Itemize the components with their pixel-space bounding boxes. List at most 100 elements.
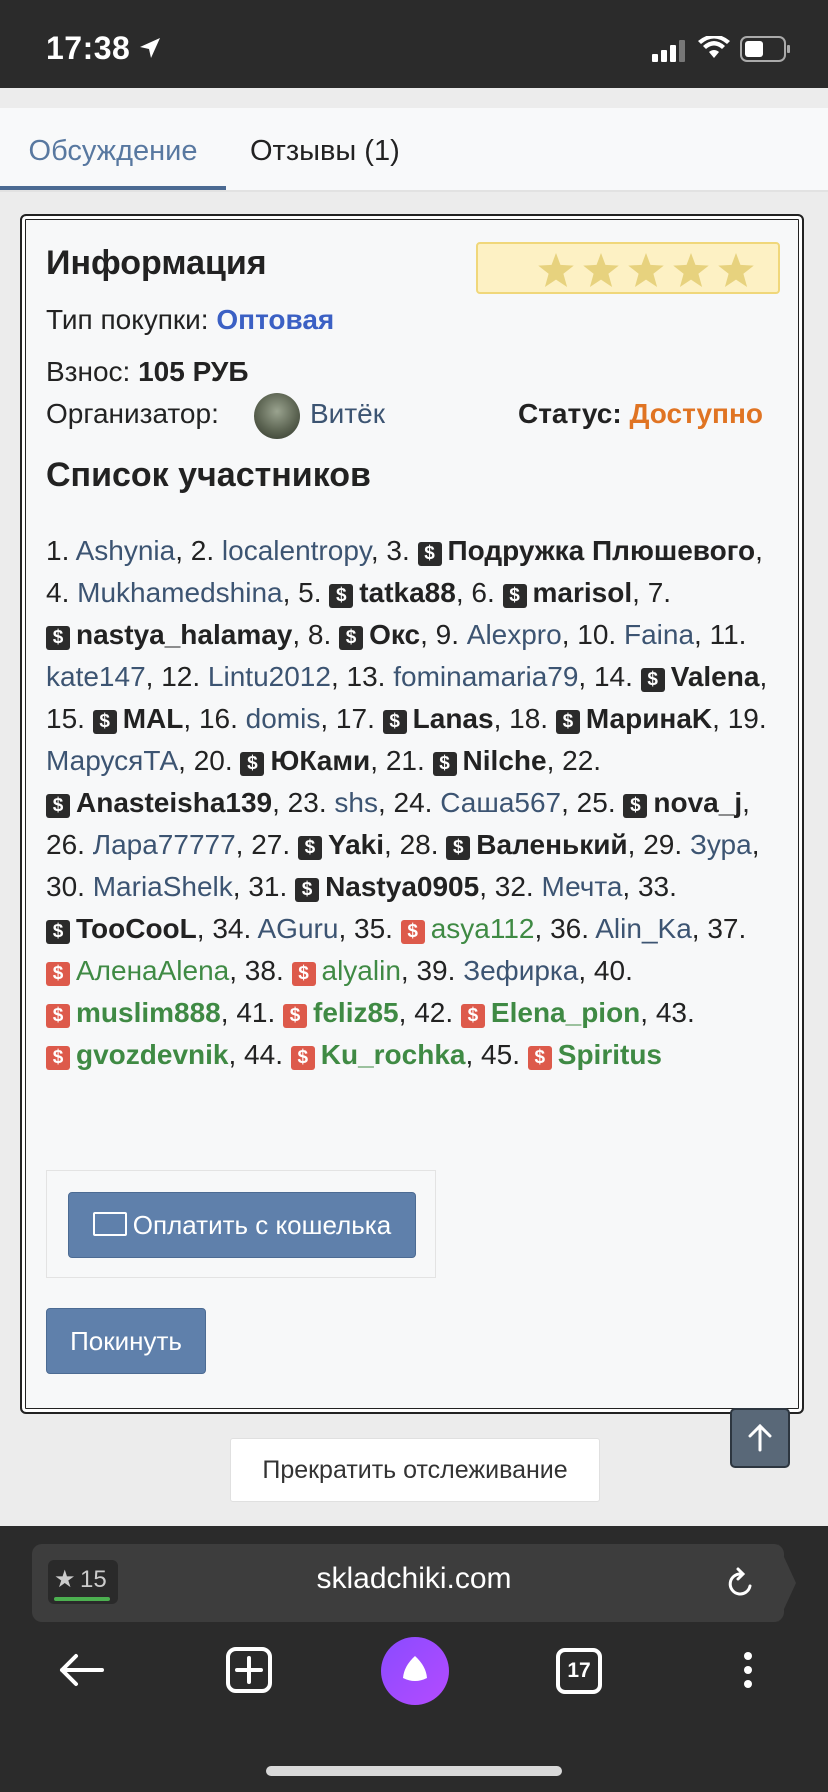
tabs-count-button[interactable]: 17 (556, 1648, 602, 1694)
dollar-icon: $ (46, 1004, 70, 1028)
member-name[interactable]: Ashynia (76, 535, 176, 566)
list-item-number: 7. (647, 577, 672, 608)
member-name[interactable]: Валенький (476, 829, 627, 860)
list-item-number: 5. (298, 577, 322, 608)
pay-wallet-button[interactable]: Оплатить с кошелька (68, 1192, 416, 1258)
member-name[interactable]: alyalin (322, 955, 401, 986)
stop-tracking-button[interactable]: Прекратить отслеживание (230, 1438, 600, 1502)
alice-assistant-icon[interactable] (380, 1636, 450, 1706)
member-name[interactable]: localentropy (222, 535, 371, 566)
new-tab-icon[interactable] (224, 1640, 274, 1700)
member-name[interactable]: Alexpro (467, 619, 562, 650)
avatar[interactable] (254, 393, 300, 439)
member-name[interactable]: ЮКами (270, 745, 370, 776)
member-name[interactable]: Faina (624, 619, 694, 650)
member-name[interactable]: Lanas (413, 703, 494, 734)
member-name[interactable]: Nilche (463, 745, 547, 776)
member-name[interactable]: asya112 (431, 913, 535, 944)
member-name[interactable]: shs (334, 787, 378, 818)
dollar-icon: $ (295, 878, 320, 902)
member-name[interactable]: Elena_pion (491, 997, 640, 1028)
dollar-icon: $ (339, 626, 364, 650)
member-name[interactable]: Мечта (541, 871, 622, 902)
wifi-icon (698, 36, 730, 58)
list-item-number: 12. (161, 661, 201, 692)
list-item: 30. MariaShelk, (46, 871, 249, 902)
member-name[interactable]: АленаAlena (76, 955, 229, 986)
list-item: 44. $ Ku_rochka, (244, 1039, 482, 1070)
member-name[interactable]: Лара77777 (93, 829, 236, 860)
member-name[interactable]: gvozdevnik (76, 1039, 228, 1070)
member-name[interactable]: MAL (123, 703, 184, 734)
member-name[interactable]: AGuru (258, 913, 339, 944)
pay-wallet-label: Оплатить с кошелька (132, 1210, 392, 1240)
organizer-name[interactable]: Витёк (310, 398, 385, 430)
dollar-icon: $ (92, 710, 117, 734)
member-name[interactable]: Alin_Ka (595, 913, 692, 944)
member-name[interactable]: Зефирка (463, 955, 578, 986)
thread-tabs: Обсуждение Отзывы (1) (0, 108, 828, 192)
star-icon (718, 253, 754, 287)
member-name[interactable]: tatka88 (359, 577, 456, 608)
member-name[interactable]: Mukhamedshina (77, 577, 282, 608)
member-name[interactable]: kate147 (46, 661, 146, 692)
purchase-type-value[interactable]: Оптовая (216, 304, 334, 335)
member-name[interactable]: Подружка Плюшевого (448, 535, 756, 566)
member-name[interactable]: Valena (671, 661, 760, 692)
member-name[interactable]: marisol (533, 577, 633, 608)
list-item-number: 13. (346, 661, 386, 692)
fee-row: Взнос: 105 РУБ (46, 356, 248, 388)
url-text[interactable]: skladchiki.com (0, 1562, 828, 1596)
dollar-icon: $ (297, 836, 322, 860)
member-name[interactable]: muslim888 (76, 997, 221, 1028)
tab-discussion[interactable]: Обсуждение (0, 108, 226, 190)
leave-button[interactable]: Покинуть (46, 1308, 206, 1374)
member-name[interactable]: nastya_halamay (76, 619, 292, 650)
member-name[interactable]: feliz85 (313, 997, 399, 1028)
list-item: 45. $ Spiritus (481, 1039, 662, 1070)
list-item: 41. $ feliz85, (236, 997, 415, 1028)
badge-progress (54, 1597, 110, 1601)
member-name[interactable]: nova_j (653, 787, 742, 818)
list-item: 31. $ Nastya0905, (248, 871, 495, 902)
list-item-number: 39. (416, 955, 456, 986)
reload-icon[interactable] (726, 1566, 756, 1600)
member-name[interactable]: МаринаK (586, 703, 712, 734)
member-name[interactable]: TooCooL (76, 913, 197, 944)
member-name[interactable]: Ku_rochka (321, 1039, 466, 1070)
member-name[interactable]: Yaki (328, 829, 384, 860)
member-name[interactable]: Lintu2012 (208, 661, 331, 692)
member-name[interactable]: MariaShelk (93, 871, 233, 902)
list-item: 34. AGuru, (212, 913, 354, 944)
member-name[interactable]: Nastya0905 (325, 871, 479, 902)
member-name[interactable]: МарусяТА (46, 745, 178, 776)
list-item-number: 25. (576, 787, 616, 818)
list-item-number: 3. (386, 535, 410, 566)
location-arrow-icon (140, 38, 160, 58)
list-item-number: 1. (46, 535, 70, 566)
member-name[interactable]: Зура (690, 829, 752, 860)
list-item-number: 30. (46, 871, 85, 902)
list-item-number: 2. (190, 535, 215, 566)
list-item-number: 34. (212, 913, 252, 944)
list-item-number: 22. (562, 745, 602, 776)
scroll-top-button[interactable] (730, 1408, 790, 1468)
member-name[interactable]: domis (246, 703, 321, 734)
member-name[interactable]: Spiritus (558, 1039, 662, 1070)
list-item-number: 32. (494, 871, 534, 902)
back-arrow-icon[interactable] (56, 1640, 106, 1700)
list-item-number: 4. (46, 577, 70, 608)
members-list: 1. Ashynia, 2. localentropy, 3. $ Подружк… (46, 530, 786, 1076)
more-menu-icon[interactable] (738, 1640, 758, 1700)
member-name[interactable]: Саша567 (440, 787, 561, 818)
rating-stars[interactable] (476, 242, 780, 294)
dollar-icon: $ (46, 962, 70, 986)
member-name[interactable]: Anasteisha139 (76, 787, 272, 818)
list-item-number: 18. (509, 703, 549, 734)
member-name[interactable]: fominamaria79 (393, 661, 578, 692)
list-item: 36. Alin_Ka, (550, 913, 708, 944)
tab-reviews[interactable]: Отзывы (1) (250, 108, 400, 190)
star-icon (628, 253, 664, 287)
list-item-number: 31. (248, 871, 288, 902)
member-name[interactable]: Окс (369, 619, 420, 650)
